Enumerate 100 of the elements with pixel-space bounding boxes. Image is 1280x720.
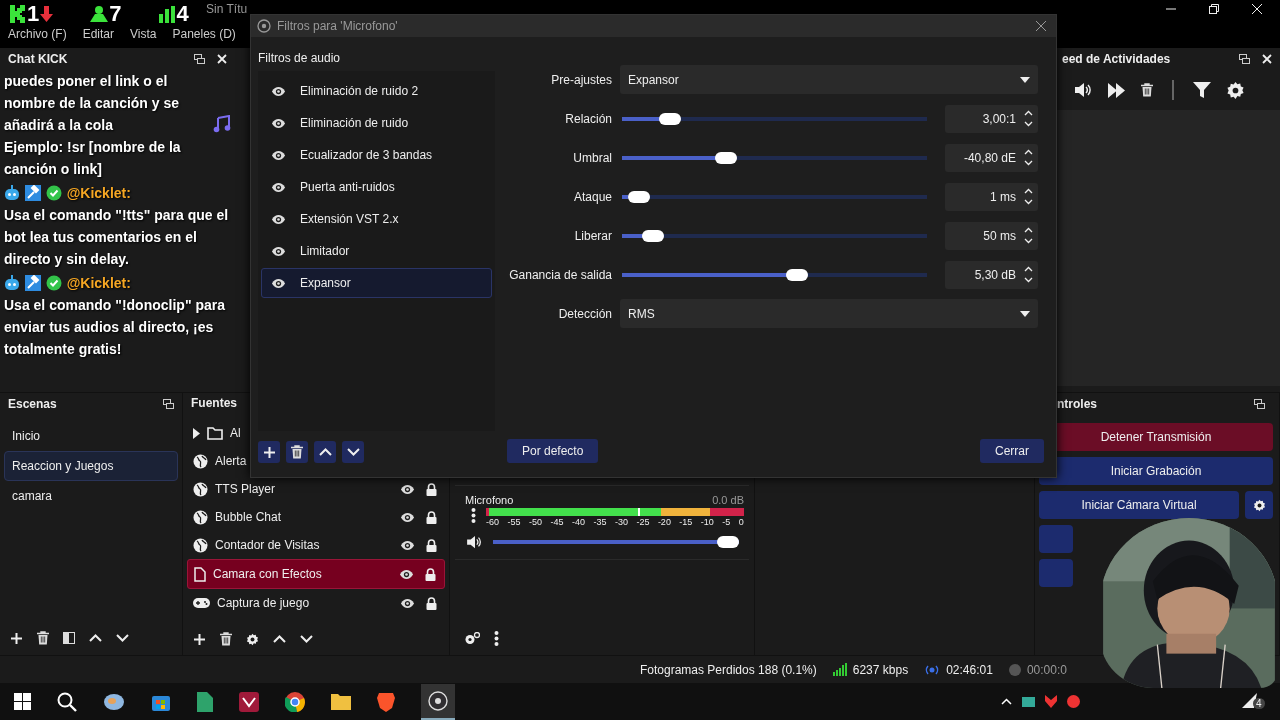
spin-box[interactable]: 5,30 dB xyxy=(945,260,1038,289)
lock-icon[interactable] xyxy=(425,567,436,581)
filter-item[interactable]: Expansor xyxy=(261,268,492,298)
tray-app-icon[interactable] xyxy=(1022,696,1035,707)
settings-icon[interactable] xyxy=(1226,80,1245,100)
lock-icon[interactable] xyxy=(426,596,437,610)
spin-box[interactable]: 50 ms xyxy=(945,221,1038,250)
close-button[interactable]: Cerrar xyxy=(980,439,1044,463)
meter-scale-label: -45 xyxy=(550,517,564,527)
lock-icon[interactable] xyxy=(426,510,437,524)
chat-username: @Kicklet: xyxy=(66,185,131,201)
dropdown[interactable]: Expansor xyxy=(620,65,1038,94)
visibility-icon[interactable] xyxy=(400,483,415,495)
document-icon[interactable] xyxy=(197,691,213,712)
menu-item[interactable]: Paneles (D) xyxy=(172,27,236,41)
source-item[interactable]: Camara con Efectos xyxy=(187,559,445,590)
undock-icon[interactable] xyxy=(1239,54,1250,64)
visibility-icon[interactable] xyxy=(400,539,415,551)
taskbar-app-button[interactable] xyxy=(421,683,455,720)
bitrate-status: 6237 kbps xyxy=(852,662,909,677)
scene-item[interactable]: Reaccion y Juegos xyxy=(4,451,178,481)
spin-box[interactable]: 1 ms xyxy=(945,182,1038,211)
control-button[interactable]: Iniciar Cámara Virtual xyxy=(1039,491,1239,519)
source-item[interactable]: Contador de Visitas xyxy=(187,531,445,560)
visibility-icon[interactable] xyxy=(271,149,286,161)
tray-app-icon[interactable] xyxy=(1067,695,1080,708)
fast-forward-icon[interactable] xyxy=(1108,82,1126,98)
chat-message: Usa el comando "!tts" para que el bot lea tus comentarios en el directo y sin delay. xyxy=(4,206,230,269)
remove-filter-button[interactable] xyxy=(286,441,308,463)
signal-icon xyxy=(832,663,847,676)
meter-scale-label: -5 xyxy=(722,517,731,527)
menu-item[interactable]: Vista xyxy=(130,27,157,41)
visibility-icon[interactable] xyxy=(271,245,286,257)
lock-icon[interactable] xyxy=(426,538,437,552)
filter-item[interactable]: Eliminación de ruido xyxy=(261,108,492,138)
dropped-frames-status: Fotogramas Perdidos 188 (0.1%) xyxy=(640,662,817,677)
settings-icon[interactable] xyxy=(246,632,259,646)
search-icon[interactable] xyxy=(57,691,77,712)
settings-icon[interactable] xyxy=(1252,498,1266,512)
visibility-icon[interactable] xyxy=(400,511,415,523)
spin-box[interactable]: 3,00:1 xyxy=(945,104,1038,133)
visibility-icon[interactable] xyxy=(271,277,286,289)
trash-icon[interactable] xyxy=(1141,83,1153,97)
menu-item[interactable]: Archivo (F) xyxy=(8,27,67,41)
filter-item[interactable]: Eliminación de ruido 2 xyxy=(261,76,492,106)
defaults-button[interactable]: Por defecto xyxy=(507,439,599,463)
folder-icon[interactable] xyxy=(331,693,351,710)
dropdown[interactable]: RMS xyxy=(620,299,1038,328)
visibility-icon[interactable] xyxy=(271,117,286,129)
move-down-button[interactable] xyxy=(342,441,364,463)
undock-icon[interactable] xyxy=(1254,399,1265,409)
more-options-icon[interactable] xyxy=(494,630,499,646)
meter-scale-label: -20 xyxy=(657,517,671,527)
start-icon[interactable] xyxy=(14,693,31,710)
source-item[interactable]: TTS Player xyxy=(187,475,445,504)
filter-item[interactable]: Puerta anti-ruidos xyxy=(261,172,492,202)
visibility-icon[interactable] xyxy=(271,213,286,225)
broadcast-icon xyxy=(924,663,941,676)
source-item[interactable]: Al xyxy=(187,419,445,448)
trash-icon[interactable] xyxy=(291,445,303,459)
control-button[interactable]: Iniciar Grabación xyxy=(1039,457,1273,485)
visibility-icon[interactable] xyxy=(271,181,286,193)
spin-box[interactable]: -40,80 dE xyxy=(945,143,1038,172)
undock-icon[interactable] xyxy=(194,54,205,64)
scene-item[interactable]: camara xyxy=(4,481,178,511)
notification-count: 4 xyxy=(1253,698,1265,709)
scene-item[interactable]: Inicio xyxy=(4,421,178,451)
source-item[interactable]: Bubble Chat xyxy=(187,503,445,532)
visibility-icon[interactable] xyxy=(399,568,414,580)
lock-icon[interactable] xyxy=(426,482,437,496)
trash-icon[interactable] xyxy=(220,632,232,647)
dialog-title: Filtros para 'Microfono' xyxy=(277,19,398,33)
speaker-icon[interactable] xyxy=(1075,82,1093,98)
trash-icon[interactable] xyxy=(37,631,49,645)
settings-icon[interactable] xyxy=(465,631,480,645)
speaker-icon[interactable] xyxy=(467,535,483,549)
source-item[interactable]: Captura de juego xyxy=(187,589,445,618)
stat-count: 4 xyxy=(176,3,189,25)
filter-item[interactable]: Ecualizador de 3 bandas xyxy=(261,140,492,170)
visibility-icon[interactable] xyxy=(400,597,415,609)
app-icon[interactable] xyxy=(103,691,125,712)
undock-icon[interactable] xyxy=(163,399,174,409)
chevron-up-icon[interactable] xyxy=(1001,698,1012,705)
move-up-button[interactable] xyxy=(314,441,336,463)
tray-app-icon[interactable] xyxy=(1045,695,1057,708)
app-logo-icon[interactable] xyxy=(428,690,448,711)
app-icon[interactable] xyxy=(239,691,259,712)
dock-title: Chat KICK xyxy=(8,52,68,66)
filter-item[interactable]: Limitador xyxy=(261,236,492,266)
add-icon[interactable] xyxy=(193,632,206,646)
expand-arrow-icon[interactable] xyxy=(193,427,200,439)
source-item[interactable]: Alerta xyxy=(187,447,445,476)
document-icon xyxy=(194,566,206,582)
restore-icon[interactable] xyxy=(1209,4,1219,14)
menu-item[interactable]: Editar xyxy=(82,27,115,41)
browser-icon[interactable] xyxy=(285,691,305,712)
add-icon[interactable] xyxy=(10,631,23,645)
visibility-icon[interactable] xyxy=(271,85,286,97)
filter-item[interactable]: Extensión VST 2.x xyxy=(261,204,492,234)
more-options-icon[interactable] xyxy=(471,508,476,523)
